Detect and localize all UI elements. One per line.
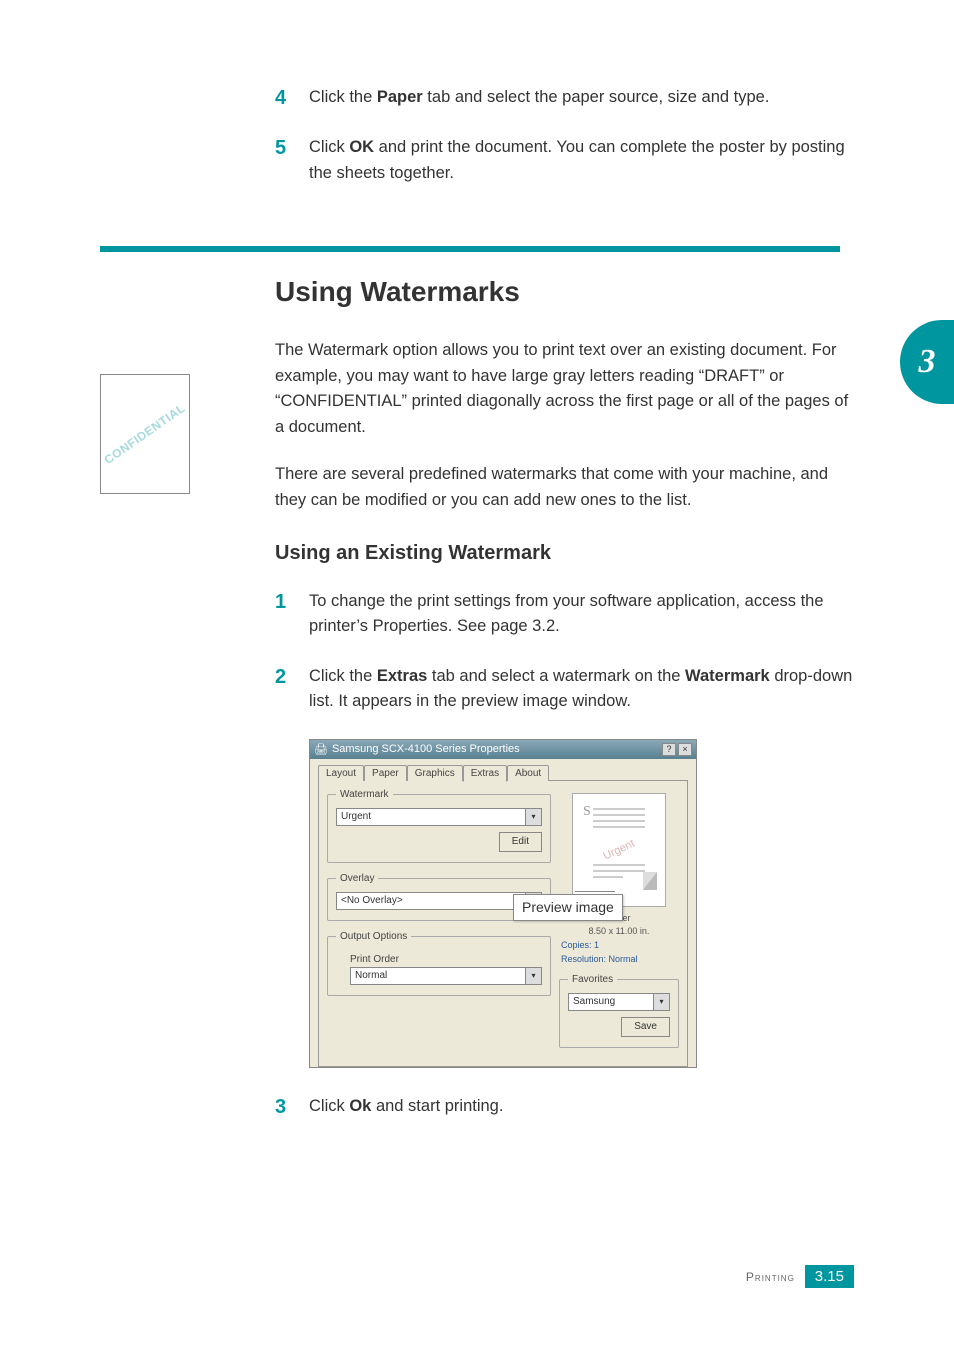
close-button[interactable]: ×: [678, 743, 692, 756]
bold-text: OK: [349, 138, 374, 156]
tab-about[interactable]: About: [507, 765, 549, 781]
preview-watermark-text: Urgent: [601, 837, 636, 862]
step-5-row: 5 Click OK and print the document. You c…: [275, 135, 854, 186]
step-number: 2: [275, 664, 309, 715]
chevron-down-icon: ▾: [653, 994, 669, 1010]
watermark-group: Watermark Urgent ▾ Edit: [327, 789, 551, 863]
chapter-thumb-tab: 3: [900, 320, 954, 404]
edit-watermark-button[interactable]: Edit: [499, 832, 542, 852]
content-column: 4 Click the Paper tab and select the pap…: [275, 85, 854, 1120]
step-2-row: 2 Click the Extras tab and select a wate…: [275, 664, 854, 715]
print-order-label: Print Order: [350, 954, 542, 965]
tab-layout[interactable]: Layout: [318, 765, 364, 781]
dialog-title-text: Samsung SCX-4100 Series Properties: [332, 743, 520, 755]
text: tab and select a watermark on the: [427, 667, 685, 685]
watermark-illustration: CONFIDENTIAL: [100, 374, 190, 494]
group-legend: Favorites: [568, 974, 617, 985]
footer-section-label: Printing: [746, 1270, 795, 1284]
chevron-down-icon: ▾: [525, 809, 541, 825]
step-body: Click Ok and start printing.: [309, 1094, 503, 1120]
help-button[interactable]: ?: [662, 743, 676, 756]
tab-graphics[interactable]: Graphics: [407, 765, 463, 781]
preview-image-box: S Urgent: [572, 793, 666, 907]
dialog-right-column: S Urgent: [559, 789, 679, 1058]
group-legend: Overlay: [336, 873, 378, 884]
bold-text: Ok: [349, 1097, 371, 1115]
paragraph: The Watermark option allows you to print…: [275, 338, 854, 440]
watermark-text-icon: CONFIDENTIAL: [102, 401, 188, 467]
bold-text: Paper: [377, 88, 423, 106]
step-body: Click OK and print the document. You can…: [309, 135, 854, 186]
chevron-down-icon: ▾: [525, 968, 541, 984]
text: and print the document. You can complete…: [309, 138, 845, 182]
page: 4 Click the Paper tab and select the pap…: [0, 0, 954, 1348]
dialog-title-left: 🖨 Samsung SCX-4100 Series Properties: [314, 743, 520, 756]
text: tab and select the paper source, size an…: [423, 88, 770, 106]
step-body: Click the Paper tab and select the paper…: [309, 85, 769, 111]
save-favorite-button[interactable]: Save: [621, 1017, 670, 1037]
dialog-screenshot-wrap: 🖨 Samsung SCX-4100 Series Properties ? ×…: [275, 739, 854, 1068]
text: Click: [309, 138, 349, 156]
callout-preview-image: Preview image: [513, 894, 623, 921]
combo-value: Samsung: [573, 996, 615, 1007]
step-number: 3: [275, 1094, 309, 1120]
step-body: To change the print settings from your s…: [309, 589, 854, 640]
tabs-row: Layout Paper Graphics Extras About Water…: [310, 759, 696, 1067]
properties-dialog: 🖨 Samsung SCX-4100 Series Properties ? ×…: [309, 739, 697, 1068]
page-footer: Printing 3.15: [746, 1265, 854, 1288]
printer-icon: 🖨: [314, 743, 328, 756]
preview-corner-icon: [643, 872, 657, 890]
bold-text: Watermark: [685, 667, 770, 685]
heading-using-watermarks: Using Watermarks: [275, 276, 854, 308]
group-legend: Watermark: [336, 789, 393, 800]
overlay-combo[interactable]: <No Overlay> ▾: [336, 892, 542, 910]
preview-paper-size: 8.50 x 11.00 in.: [559, 926, 679, 938]
paragraph: There are several predefined watermarks …: [275, 462, 854, 513]
tab-paper[interactable]: Paper: [364, 765, 407, 781]
text: Click the: [309, 667, 377, 685]
favorites-combo[interactable]: Samsung ▾: [568, 993, 670, 1011]
dialog-controls: ? ×: [662, 743, 692, 756]
bold-text: Extras: [377, 667, 427, 685]
combo-value: <No Overlay>: [341, 895, 403, 906]
combo-value: Normal: [355, 970, 387, 981]
favorites-group: Favorites Samsung ▾ Save: [559, 974, 679, 1048]
step-number: 5: [275, 135, 309, 186]
text: Click: [309, 1097, 349, 1115]
subheading-existing-watermark: Using an Existing Watermark: [275, 542, 854, 565]
output-options-group: Output Options Print Order Normal ▾: [327, 931, 551, 996]
footer-page-number: 3.15: [805, 1265, 854, 1288]
preview-resolution: Resolution: Normal: [561, 954, 679, 966]
text: and start printing.: [371, 1097, 503, 1115]
text: Click the: [309, 88, 377, 106]
step-number: 1: [275, 589, 309, 640]
step-4-row: 4 Click the Paper tab and select the pap…: [275, 85, 854, 111]
tab-extras[interactable]: Extras: [463, 765, 507, 782]
step-3-row: 3 Click Ok and start printing.: [275, 1094, 854, 1120]
print-order-combo[interactable]: Normal ▾: [350, 967, 542, 985]
section-divider: [100, 246, 840, 252]
dialog-titlebar: 🖨 Samsung SCX-4100 Series Properties ? ×: [310, 740, 696, 759]
combo-value: Urgent: [341, 811, 371, 822]
step-1-row: 1 To change the print settings from your…: [275, 589, 854, 640]
preview-s-letter: S: [583, 804, 591, 820]
step-body: Click the Extras tab and select a waterm…: [309, 664, 854, 715]
callout-leader-line: [575, 891, 615, 892]
preview-copies: Copies: 1: [561, 940, 679, 952]
group-legend: Output Options: [336, 931, 411, 942]
tab-panel: Watermark Urgent ▾ Edit: [318, 780, 688, 1067]
dialog-left-column: Watermark Urgent ▾ Edit: [327, 789, 551, 1058]
step-number: 4: [275, 85, 309, 111]
watermark-combo[interactable]: Urgent ▾: [336, 808, 542, 826]
